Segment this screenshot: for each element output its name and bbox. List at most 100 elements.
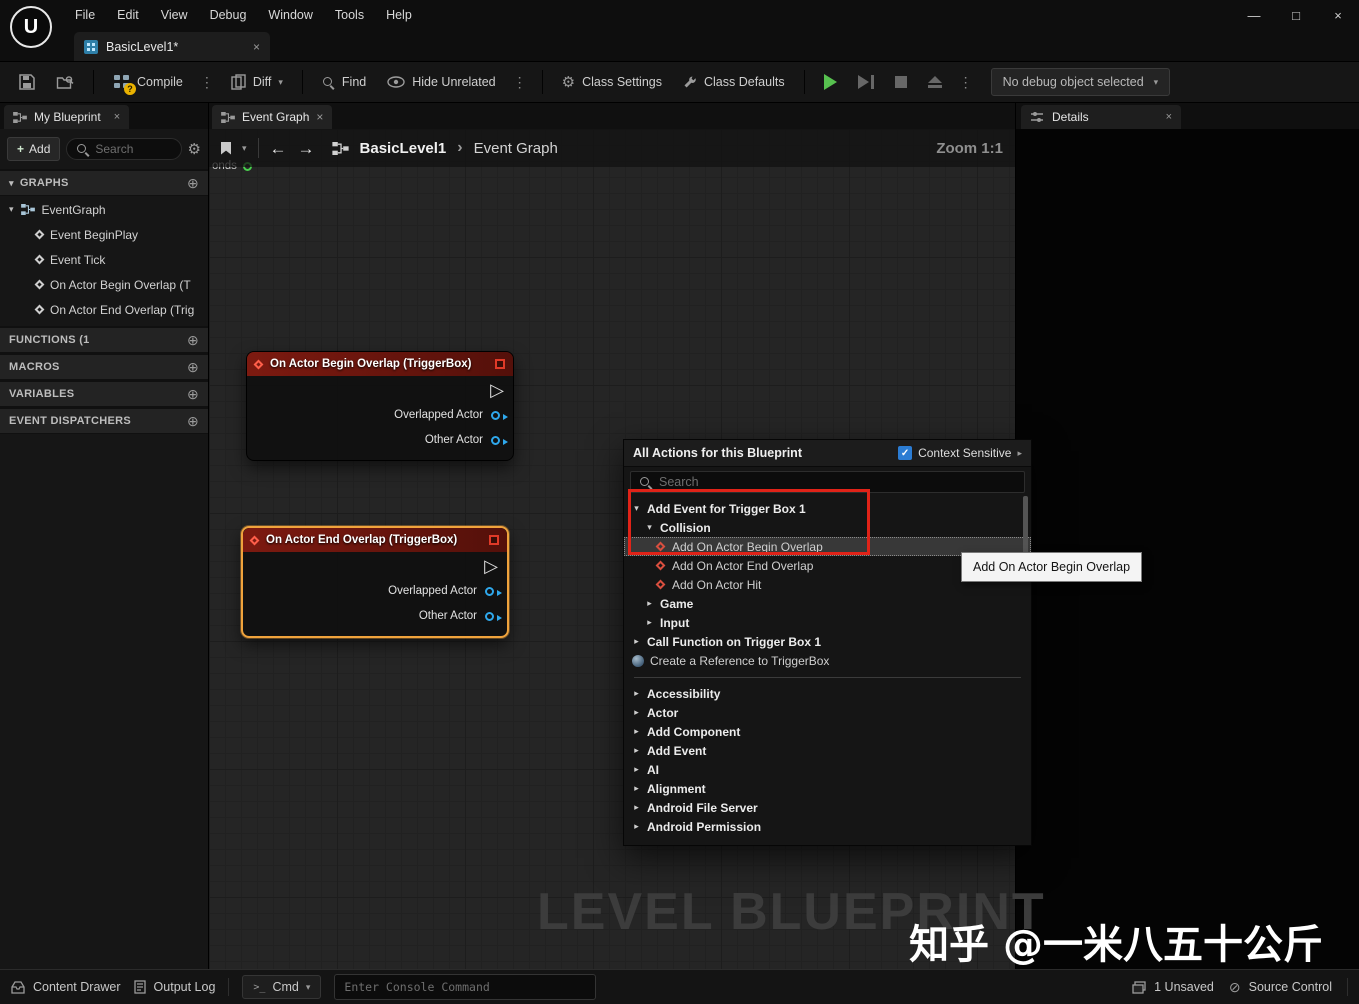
content-drawer-button[interactable]: Content Drawer [11,980,121,994]
browse-button[interactable] [49,69,81,96]
stop-icon [894,76,907,88]
tab-details[interactable]: Details × [1021,105,1181,129]
add-button[interactable]: + Add [7,137,61,161]
forward-icon[interactable]: → [298,140,315,157]
section-graphs[interactable]: ▾ GRAPHS ⊕ [0,169,208,196]
object-pin-icon[interactable] [485,586,502,596]
find-button[interactable]: Find [315,69,373,95]
close-button[interactable]: × [1317,0,1359,30]
action-category-alignment[interactable]: ▸ Alignment [624,779,1031,798]
source-control-button[interactable]: ⊘ Source Control [1229,980,1332,994]
breadcrumb-graph[interactable]: Event Graph [474,140,558,157]
menu-tools[interactable]: Tools [324,3,375,27]
tab-event-graph[interactable]: Event Graph × [212,105,333,129]
cmd-dropdown[interactable]: >_ Cmd ▾ [242,975,322,999]
tab-basiclevel1[interactable]: BasicLevel1* × [74,32,270,61]
play-options-icon[interactable]: ⋮ [956,74,976,91]
checkbox-checked-icon[interactable]: ✓ [898,446,913,460]
action-category-accessibility[interactable]: ▸ Accessibility [624,684,1031,703]
search-icon [322,76,335,89]
object-pin-icon[interactable] [491,410,508,420]
menu-view[interactable]: View [150,3,199,27]
section-functions[interactable]: FUNCTIONS (1 ⊕ [0,326,208,353]
node-header[interactable]: On Actor Begin Overlap (TriggerBox) [247,352,513,376]
object-pin-icon[interactable] [485,611,502,621]
action-category-input[interactable]: ▸ Input [624,613,1031,632]
action-category-add-event[interactable]: ▸ Add Event [624,741,1031,760]
section-macros[interactable]: MACROS ⊕ [0,353,208,380]
section-variables[interactable]: VARIABLES ⊕ [0,380,208,407]
exec-pin-icon[interactable]: ▷ [484,557,498,575]
blueprint-search-box[interactable] [66,138,182,160]
action-create-reference-triggerbox[interactable]: Create a Reference to TriggerBox [624,651,1031,670]
actions-search-box[interactable] [630,471,1025,493]
tree-item-event-beginplay[interactable]: Event BeginPlay [0,222,208,247]
menu-edit[interactable]: Edit [106,3,150,27]
add-function-icon[interactable]: ⊕ [187,332,199,349]
class-defaults-button[interactable]: Class Defaults [676,69,792,95]
section-event-dispatchers[interactable]: EVENT DISPATCHERS ⊕ [0,407,208,434]
action-category-collision[interactable]: ▾ Collision [624,518,1031,537]
compile-label: Compile [137,75,183,89]
add-macro-icon[interactable]: ⊕ [187,359,199,376]
debug-object-dropdown[interactable]: No debug object selected ▾ [990,68,1171,96]
panel-settings-gear-icon[interactable]: ⚙ [188,142,201,157]
tree-item-eventgraph[interactable]: ▾ EventGraph [0,197,208,222]
caret-right-icon[interactable]: ▸ [1017,448,1022,459]
action-category-add-event-triggerbox[interactable]: ▾ Add Event for Trigger Box 1 [624,499,1031,518]
tree-item-event-tick[interactable]: Event Tick [0,247,208,272]
tree-item-begin-overlap[interactable]: On Actor Begin Overlap (T [0,272,208,297]
add-dispatcher-icon[interactable]: ⊕ [187,413,199,430]
menu-window[interactable]: Window [257,3,323,27]
action-category-call-function-triggerbox[interactable]: ▸ Call Function on Trigger Box 1 [624,632,1031,651]
unsaved-icon [1132,980,1146,994]
action-category-ai[interactable]: ▸ AI [624,760,1031,779]
diff-button[interactable]: Diff ▾ [224,68,290,96]
panel-close-icon[interactable]: × [114,111,120,123]
menu-debug[interactable]: Debug [199,3,258,27]
unsaved-button[interactable]: 1 Unsaved [1132,980,1214,994]
tree-item-end-overlap[interactable]: On Actor End Overlap (Trig [0,297,208,322]
back-icon[interactable]: ← [270,140,287,157]
class-settings-button[interactable]: ⚙ Class Settings [555,69,669,96]
console-command-input[interactable] [334,974,597,1000]
bookmark-chevron-icon[interactable]: ▾ [242,143,247,154]
node-on-actor-end-overlap[interactable]: On Actor End Overlap (TriggerBox) ▷ Over… [241,526,509,638]
hide-unrelated-options-icon[interactable]: ⋮ [510,74,530,91]
node-on-actor-begin-overlap[interactable]: On Actor Begin Overlap (TriggerBox) ▷ Ov… [246,351,514,461]
action-category-actor[interactable]: ▸ Actor [624,703,1031,722]
action-category-android-permission[interactable]: ▸ Android Permission [624,817,1031,836]
object-pin-icon[interactable] [491,435,508,445]
output-log-button[interactable]: Output Log [133,980,215,994]
actions-search-input[interactable] [659,475,1016,489]
compile-options-icon[interactable]: ⋮ [197,74,217,91]
tab-close-icon[interactable]: × [316,110,323,124]
menu-help[interactable]: Help [375,3,423,27]
node-header[interactable]: On Actor End Overlap (TriggerBox) [243,528,507,552]
action-category-android-file-server[interactable]: ▸ Android File Server [624,798,1031,817]
tab-close-icon[interactable]: × [1166,111,1172,123]
stop-button[interactable] [888,70,914,94]
blueprint-search-input[interactable] [95,142,172,156]
statusbar-separator [228,978,230,996]
tree-item-label: On Actor Begin Overlap (T [50,277,191,292]
save-button[interactable] [12,68,42,96]
play-button[interactable] [817,68,844,96]
compile-button[interactable]: ? Compile [106,68,190,96]
minimize-button[interactable]: — [1233,0,1275,30]
tab-my-blueprint[interactable]: My Blueprint × [4,105,130,129]
add-graph-icon[interactable]: ⊕ [187,175,199,192]
maximize-button[interactable]: □ [1275,0,1317,30]
bookmark-icon[interactable] [221,141,231,155]
hide-unrelated-button[interactable]: Hide Unrelated [380,69,502,95]
context-sensitive-toggle[interactable]: ✓ Context Sensitive ▸ [898,446,1022,460]
exec-pin-icon[interactable]: ▷ [490,381,504,399]
breadcrumb-blueprint[interactable]: BasicLevel1 [360,140,447,157]
frame-skip-button[interactable] [851,69,881,95]
menu-file[interactable]: File [64,3,106,27]
action-category-game[interactable]: ▸ Game [624,594,1031,613]
tab-close-icon[interactable]: × [253,40,260,54]
action-category-add-component[interactable]: ▸ Add Component [624,722,1031,741]
add-variable-icon[interactable]: ⊕ [187,386,199,403]
eject-button[interactable] [921,70,949,94]
